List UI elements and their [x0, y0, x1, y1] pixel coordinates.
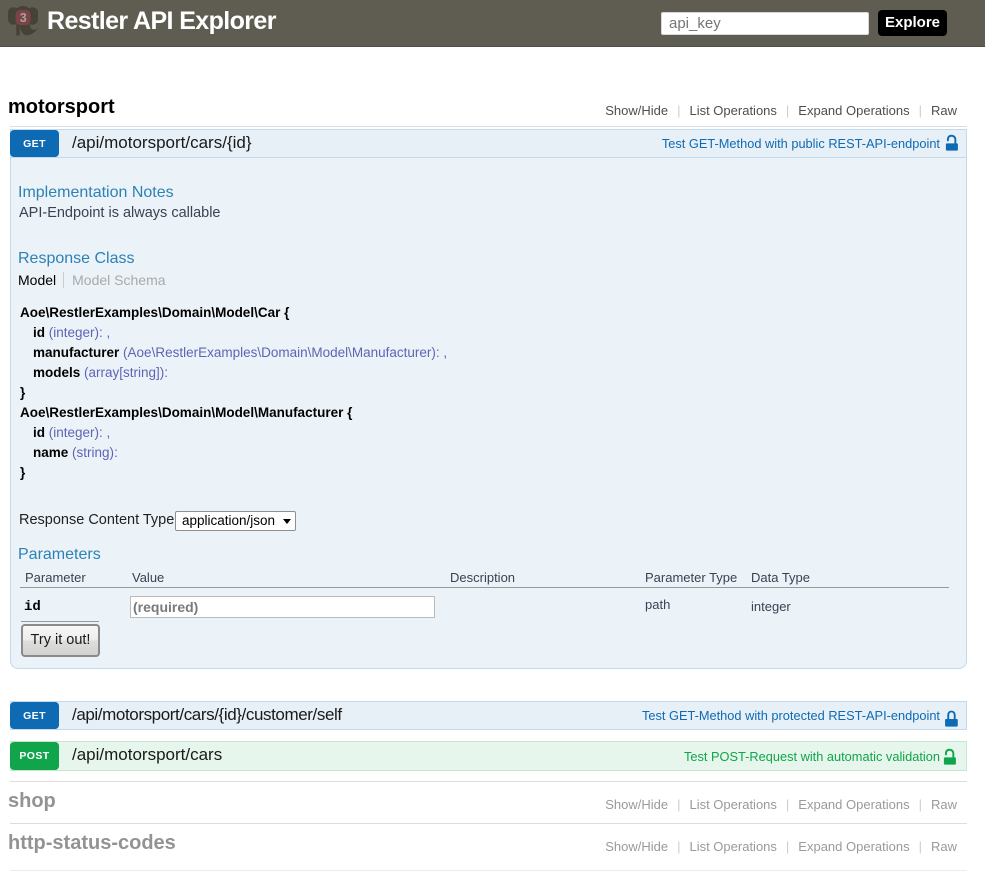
svg-text:3: 3: [20, 11, 27, 25]
